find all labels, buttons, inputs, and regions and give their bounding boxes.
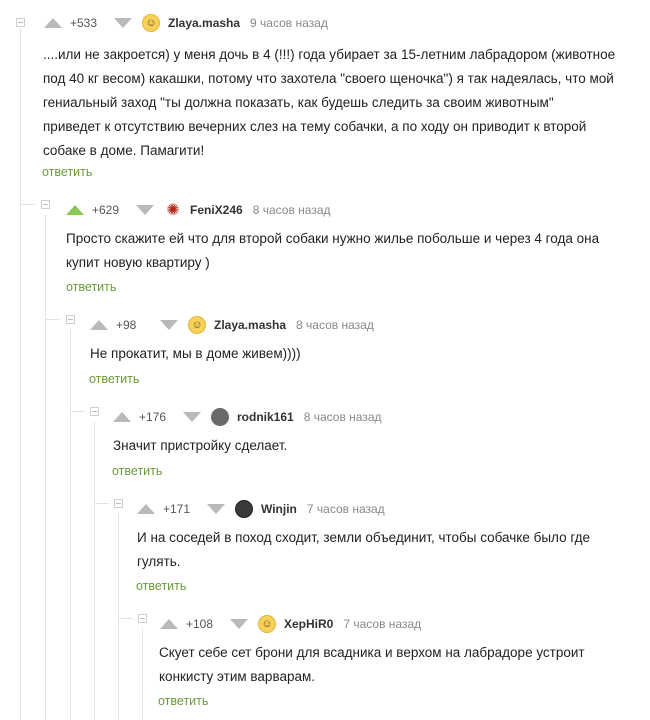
comment-text-line: конкисту этим варварам. bbox=[159, 669, 316, 684]
comment-rating: +533 bbox=[70, 16, 98, 30]
downvote-icon[interactable] bbox=[207, 504, 225, 514]
comment-username[interactable]: Zlaya.masha bbox=[214, 318, 286, 332]
comment-rating: +171 bbox=[163, 502, 191, 516]
reply-link[interactable]: ответить bbox=[112, 464, 162, 478]
collapse-toggle[interactable] bbox=[138, 614, 147, 623]
comment-username[interactable]: rodnik161 bbox=[237, 410, 294, 424]
comment-text-line: И на соседей в поход сходит, земли объед… bbox=[137, 530, 591, 545]
upvote-icon[interactable] bbox=[160, 619, 178, 629]
comment-text-line: собаке в доме. Памагити! bbox=[43, 143, 205, 158]
comment-text-line: купит новую квартиру ) bbox=[66, 255, 210, 270]
thread-line bbox=[118, 514, 119, 720]
thread-connector bbox=[21, 204, 35, 205]
thread-line bbox=[70, 330, 71, 720]
comment-rating: +629 bbox=[92, 203, 120, 217]
thread-connector bbox=[71, 411, 85, 412]
downvote-icon[interactable] bbox=[114, 18, 132, 28]
collapse-toggle[interactable] bbox=[41, 200, 50, 209]
thread-line bbox=[142, 628, 143, 720]
collapse-toggle[interactable] bbox=[66, 315, 75, 324]
comment-text: Просто скажите ей что для второй собаки … bbox=[66, 227, 646, 275]
comment-text-line: Просто скажите ей что для второй собаки … bbox=[66, 231, 600, 246]
reply-link[interactable]: ответить bbox=[158, 694, 208, 708]
comment-time: 8 часов назад bbox=[252, 203, 331, 217]
comment-text-line: гениальный заход "ты должна показать, ка… bbox=[43, 95, 554, 110]
downvote-icon[interactable] bbox=[230, 619, 248, 629]
comment-text-line: Значит пристройку сделает. bbox=[113, 438, 288, 453]
downvote-icon[interactable] bbox=[183, 412, 201, 422]
reply-link[interactable]: ответить bbox=[42, 165, 92, 179]
comment-username[interactable]: Winjin bbox=[261, 502, 297, 516]
comment-text-line: Не прокатит, мы в доме живем)))) bbox=[90, 346, 301, 361]
reply-link[interactable]: ответить bbox=[66, 280, 116, 294]
collapse-toggle[interactable] bbox=[90, 407, 99, 416]
comment-time: 8 часов назад bbox=[296, 318, 374, 332]
upvote-icon[interactable] bbox=[113, 412, 131, 422]
comment-time: 9 часов назад bbox=[250, 16, 328, 30]
smiley-face-avatar[interactable]: ☺ bbox=[258, 615, 276, 633]
thread-connector bbox=[46, 319, 60, 320]
comment-text-line: ....или не закроется) у меня дочь в 4 (!… bbox=[43, 47, 616, 62]
dark-avatar[interactable] bbox=[235, 500, 253, 518]
collapse-toggle[interactable] bbox=[16, 18, 25, 27]
comment-text: Не прокатит, мы в доме живем)))) bbox=[90, 342, 630, 366]
upvote-icon[interactable] bbox=[137, 504, 155, 514]
comment-text: ....или не закроется) у меня дочь в 4 (!… bbox=[43, 43, 643, 163]
comment-text-line: Скует себе сет брони для всадника и верх… bbox=[159, 645, 585, 660]
smiley-face-avatar[interactable]: ☺ bbox=[142, 14, 160, 32]
comment-rating: +98 bbox=[116, 318, 137, 332]
comment-rating: +176 bbox=[139, 410, 167, 424]
comment-rating: +108 bbox=[186, 617, 214, 631]
comment-time: 7 часов назад bbox=[343, 617, 422, 631]
photo-avatar[interactable] bbox=[211, 408, 229, 426]
comment-time: 7 часов назад bbox=[306, 502, 385, 516]
upvote-icon[interactable] bbox=[90, 320, 108, 330]
thread-line bbox=[94, 422, 95, 720]
collapse-toggle[interactable] bbox=[114, 499, 123, 508]
comment-username[interactable]: FeniX246 bbox=[190, 203, 243, 217]
comment-text: И на соседей в поход сходит, земли объед… bbox=[137, 526, 637, 574]
comment-text: Скует себе сет брони для всадника и верх… bbox=[159, 641, 639, 689]
comment-text-line: приведет к отсутствию вечерних слез на т… bbox=[43, 119, 587, 134]
thread-line bbox=[20, 28, 21, 720]
comment-text-line: гулять. bbox=[137, 554, 181, 569]
upvote-icon[interactable] bbox=[66, 205, 84, 215]
dragon-avatar[interactable]: ✺ bbox=[164, 201, 182, 219]
reply-link[interactable]: ответить bbox=[136, 579, 186, 593]
comment-text-line: под 40 кг весом) какашки, потому что зах… bbox=[43, 71, 614, 86]
thread-line bbox=[45, 215, 46, 720]
downvote-icon[interactable] bbox=[136, 205, 154, 215]
upvote-icon[interactable] bbox=[44, 18, 62, 28]
comment-time: 8 часов назад bbox=[303, 410, 382, 424]
comment-username[interactable]: Zlaya.masha bbox=[168, 16, 240, 30]
thread-connector bbox=[95, 503, 109, 504]
downvote-icon[interactable] bbox=[160, 320, 178, 330]
reply-link[interactable]: ответить bbox=[89, 372, 139, 386]
smiley-face-avatar[interactable]: ☺ bbox=[188, 316, 206, 334]
comment-text: Значит пристройку сделает. bbox=[113, 434, 633, 458]
comment-username[interactable]: XepHiR0 bbox=[284, 617, 333, 631]
thread-connector bbox=[119, 618, 133, 619]
